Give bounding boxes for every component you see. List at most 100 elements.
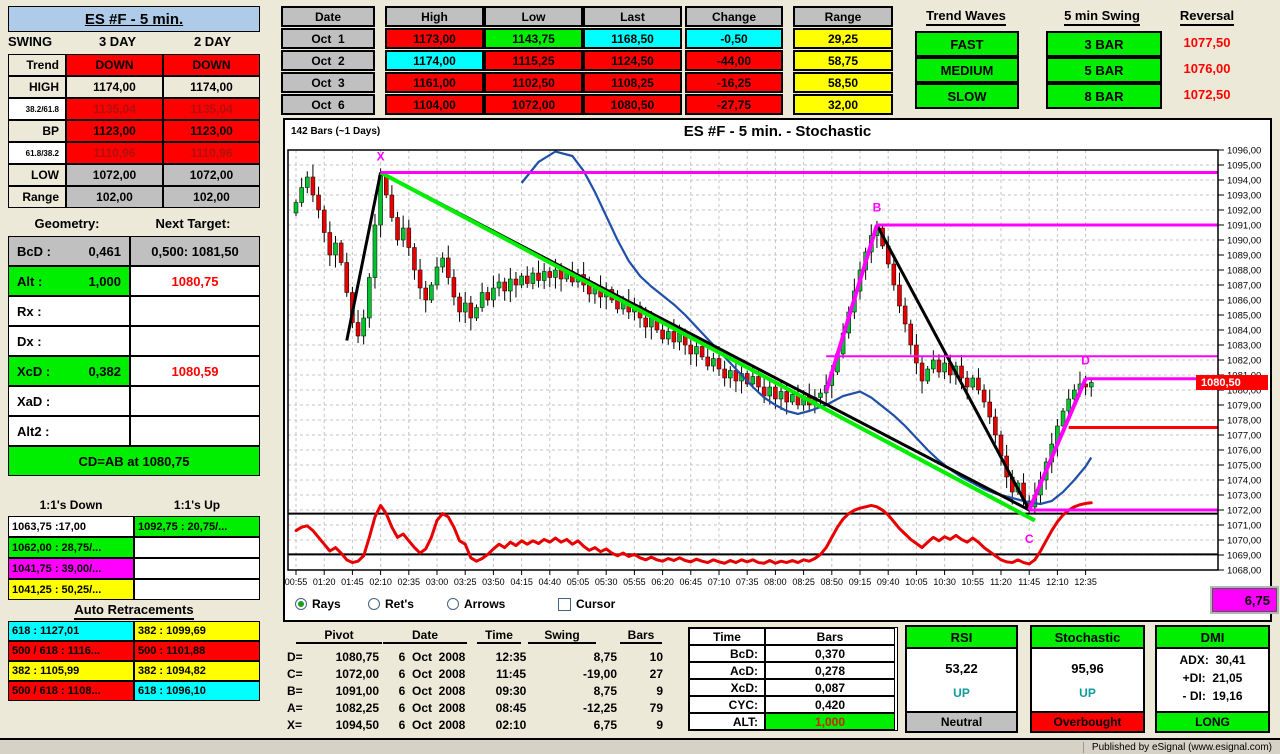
swing-2day-value: 1110,96 <box>163 142 260 164</box>
swing-row-label: HIGH <box>8 76 66 98</box>
daily-hll-table: High Low Last 1173,00 1143,75 1168,50 1174,00 1… <box>385 6 682 115</box>
svg-text:03:25: 03:25 <box>454 577 477 586</box>
geometry-target-cell <box>130 326 260 356</box>
geometry-target-cell <box>130 386 260 416</box>
svg-text:06:45: 06:45 <box>680 577 703 586</box>
dmi-title: DMI <box>1157 627 1268 649</box>
swing-2day-value: DOWN <box>163 54 260 76</box>
svg-text:12:10: 12:10 <box>1046 577 1069 586</box>
swing-col-header: Swing <box>528 628 596 644</box>
pivot-cell: 9 <box>656 683 663 698</box>
swing-header-2day: 2 DAY <box>193 34 232 49</box>
svg-text:1068,00: 1068,00 <box>1227 566 1261 577</box>
daily-high-cell: 1173,00 <box>385 28 484 49</box>
svg-text:1094,00: 1094,00 <box>1227 176 1261 187</box>
pivot-cell: 11:45 <box>495 666 527 681</box>
reversal-medium: 1076,00 <box>1183 61 1231 76</box>
reversal-slow: 1072,50 <box>1183 87 1231 102</box>
pivot-cell: -12,25 <box>582 700 617 715</box>
one2one-up-cell <box>134 579 260 600</box>
date-col-header: Date <box>383 628 467 644</box>
svg-text:10:30: 10:30 <box>933 577 956 586</box>
rays-radio-label: Rays <box>312 597 341 611</box>
geometry-target-cell: 1080,59 <box>130 356 260 386</box>
last-price-box: 1080,50 <box>1196 375 1268 390</box>
timebars-label: AcD: <box>689 662 765 679</box>
pivot-cell: 6 Oct 2008 <box>398 700 466 715</box>
rets-radio[interactable]: Ret's <box>368 596 414 612</box>
daily-low-cell: 1115,25 <box>484 50 583 71</box>
retracement-cell: 382 : 1105,99 <box>8 661 134 681</box>
pivot-cell: 1094,50 <box>335 717 379 732</box>
one2one-header: 1:1's Down 1:1's Up <box>8 498 260 512</box>
svg-text:00:55: 00:55 <box>285 577 308 586</box>
swing-3day-value: 1072,00 <box>66 164 163 186</box>
geometry-footer: CD=AB at 1080,75 <box>8 446 260 476</box>
svg-text:01:45: 01:45 <box>341 577 364 586</box>
pivot-cell: 79 <box>649 700 663 715</box>
daily-change-table: Change -0,50 -44,00 -16,25 -27,75 <box>685 6 783 115</box>
swing-2day-value: 1072,00 <box>163 164 260 186</box>
swing-row-label: Trend <box>8 54 66 76</box>
swing5-8bar: 8 BAR <box>1046 83 1162 109</box>
timebars-value: 1,000 <box>765 713 895 730</box>
rays-radio[interactable]: Rays <box>295 596 341 612</box>
daily-low-cell: 1102,50 <box>484 72 583 93</box>
pivot-col-header: Pivot <box>296 628 382 644</box>
svg-text:1070,00: 1070,00 <box>1227 536 1261 547</box>
arrows-radio[interactable]: Arrows <box>447 596 505 612</box>
rets-radio-icon[interactable] <box>368 598 380 610</box>
daily-change-header: Change <box>685 6 783 27</box>
daily-last-cell: 1168,50 <box>583 28 682 49</box>
swing5-header: 5 min Swing <box>1046 8 1158 26</box>
pivot-cell: 09:30 <box>495 683 527 698</box>
svg-text:1088,00: 1088,00 <box>1227 266 1261 277</box>
pivot-cell: B= <box>287 683 303 698</box>
auto-retracements-title: Auto Retracements <box>74 602 194 620</box>
daily-change-cell: -16,25 <box>685 72 783 93</box>
daily-date-cell: Oct 2 <box>281 50 375 71</box>
swing-3day-value: 1135,04 <box>66 98 163 120</box>
svg-text:1090,00: 1090,00 <box>1227 236 1261 247</box>
pivot-cell: A= <box>287 700 303 715</box>
cursor-checkbox[interactable]: Cursor <box>558 596 615 612</box>
pivot-cell: 02:10 <box>495 717 527 732</box>
svg-text:1087,00: 1087,00 <box>1227 281 1261 292</box>
rsi-title: RSI <box>907 627 1016 649</box>
rays-radio-icon[interactable] <box>295 598 307 610</box>
svg-text:04:15: 04:15 <box>510 577 533 586</box>
geometry-ratio-cell: Dx : <box>8 326 130 356</box>
stochastic-value: 95,96 <box>1071 661 1104 676</box>
svg-text:1096,00: 1096,00 <box>1227 146 1261 157</box>
svg-text:1069,00: 1069,00 <box>1227 551 1261 562</box>
swing-header-label: SWING <box>8 34 53 49</box>
pivot-label-B: B <box>873 201 882 215</box>
arrows-radio-label: Arrows <box>464 597 506 611</box>
cursor-checkbox-icon[interactable] <box>558 597 571 611</box>
one2one-down-cell: 1041,25 : 50,25/... <box>8 579 134 600</box>
timebars-value: 0,087 <box>765 679 895 696</box>
swing-3day-value: 102,00 <box>66 186 163 208</box>
geometry-ratio-cell: XcD :0,382 <box>8 356 130 386</box>
svg-text:05:55: 05:55 <box>623 577 646 586</box>
swing-row-label: BP <box>8 120 66 142</box>
rsi-status: Neutral <box>907 711 1016 731</box>
svg-text:1082,00: 1082,00 <box>1227 356 1261 367</box>
svg-text:1076,00: 1076,00 <box>1227 446 1261 457</box>
geometry-ratio-cell: Alt :1,000 <box>8 266 130 296</box>
one2one-up-cell <box>134 558 260 579</box>
pivot-cell: 9 <box>656 717 663 732</box>
geometry-title: Geometry: <box>34 216 100 231</box>
timebars-table: Time Bars BcD: 0,370 AcD: 0,278 XcD: 0,087 CYC: 0… <box>688 627 898 731</box>
svg-text:04:40: 04:40 <box>539 577 562 586</box>
one2one-down-title: 1:1's Down <box>39 498 103 512</box>
svg-text:1092,00: 1092,00 <box>1227 206 1261 217</box>
retracement-cell: 500 / 618 : 1108... <box>8 681 134 701</box>
stochastic-direction: UP <box>1079 686 1096 700</box>
svg-text:1071,00: 1071,00 <box>1227 521 1261 532</box>
rsi-direction: UP <box>953 686 970 700</box>
swing-2day-value: 1174,00 <box>163 76 260 98</box>
swing-2day-value: 1135,04 <box>163 98 260 120</box>
reversal-fast: 1077,50 <box>1183 35 1231 50</box>
arrows-radio-icon[interactable] <box>447 598 459 610</box>
